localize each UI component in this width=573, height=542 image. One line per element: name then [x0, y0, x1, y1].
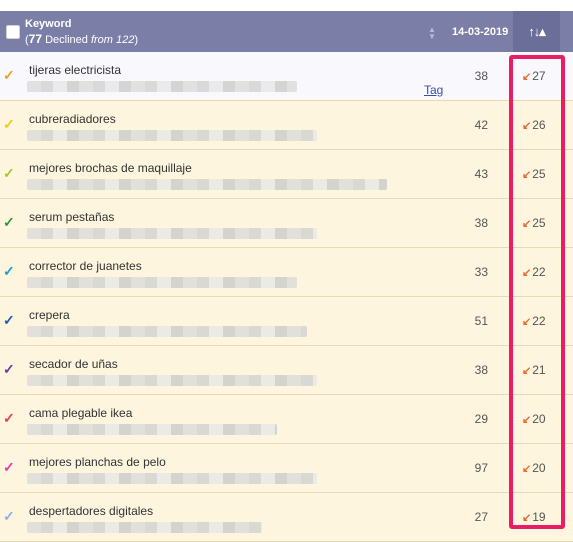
decline-arrow-icon: ↙ — [522, 365, 532, 377]
select-all-checkbox[interactable] — [6, 25, 20, 39]
declined-summary: (77 Declined from 122) — [25, 32, 138, 47]
keyword-text[interactable]: serum pestañas — [29, 210, 114, 224]
check-icon[interactable]: ✓ — [3, 264, 19, 278]
change-number: 19 — [532, 510, 546, 524]
blurred-url — [27, 277, 297, 288]
decline-arrow-icon: ↙ — [522, 267, 532, 279]
position-value: 51 — [474, 314, 488, 328]
table-row[interactable]: ✓ crepera 51 ↙22 — [0, 297, 573, 346]
position-value: 43 — [474, 167, 488, 181]
position-value: 97 — [474, 461, 488, 475]
blurred-url — [27, 522, 262, 533]
decline-arrow-icon: ↙ — [522, 169, 532, 181]
check-icon[interactable]: ✓ — [3, 509, 19, 523]
table-row[interactable]: ✓ serum pestañas 38 ↙25 — [0, 199, 573, 248]
table-row[interactable]: ✓ cama plegable ikea 29 ↙20 — [0, 395, 573, 444]
blurred-url — [27, 375, 317, 386]
decline-arrow-icon: ↙ — [522, 463, 532, 475]
change-column-header[interactable]: ↑↓▴ — [513, 11, 560, 52]
position-value: 38 — [474, 69, 488, 83]
position-value: 38 — [474, 363, 488, 377]
keyword-text[interactable]: tijeras electricista — [29, 63, 121, 77]
keyword-table: Keyword (77 Declined from 122) ▲ ▼ 14-03-… — [0, 11, 573, 542]
check-icon[interactable]: ✓ — [3, 362, 19, 376]
table-row[interactable]: ✓ mejores planchas de pelo 97 ↙20 — [0, 444, 573, 493]
decline-arrow-icon: ↙ — [522, 414, 532, 426]
keyword-text[interactable]: secador de uñas — [29, 357, 118, 371]
keyword-text[interactable]: crepera — [29, 308, 70, 322]
declined-count: 77 — [28, 32, 43, 46]
change-value: ↙26 — [522, 118, 546, 132]
check-icon[interactable]: ✓ — [3, 68, 19, 82]
position-value: 27 — [474, 510, 488, 524]
table-row[interactable]: ✓ tijeras electricista Tag 38 ↙27 — [0, 52, 573, 101]
blurred-url — [27, 473, 317, 484]
change-number: 21 — [532, 363, 546, 377]
change-number: 25 — [532, 216, 546, 230]
check-icon[interactable]: ✓ — [3, 411, 19, 425]
tag-link[interactable]: Tag — [424, 83, 443, 97]
blurred-url — [27, 424, 277, 435]
decline-arrow-icon: ↙ — [522, 218, 532, 230]
change-value: ↙20 — [522, 412, 546, 426]
position-value: 29 — [474, 412, 488, 426]
keyword-text[interactable]: corrector de juanetes — [29, 259, 142, 273]
decline-arrow-icon: ↙ — [522, 316, 532, 328]
declined-close: ) — [134, 34, 139, 46]
declined-total: from 122 — [90, 34, 135, 46]
change-value: ↙27 — [522, 69, 546, 83]
change-value: ↙22 — [522, 265, 546, 279]
check-icon[interactable]: ✓ — [3, 460, 19, 474]
table-row[interactable]: ✓ corrector de juanetes 33 ↙22 — [0, 248, 573, 297]
position-value: 33 — [474, 265, 488, 279]
change-number: 26 — [532, 118, 546, 132]
change-number: 25 — [532, 167, 546, 181]
table-header: Keyword (77 Declined from 122) ▲ ▼ 14-03-… — [0, 11, 573, 52]
table-row[interactable]: ✓ mejores brochas de maquillaje 43 ↙25 — [0, 150, 573, 199]
keyword-column-header[interactable]: Keyword — [25, 17, 71, 31]
decline-arrow-icon: ↙ — [522, 71, 532, 83]
change-number: 20 — [532, 412, 546, 426]
table-row[interactable]: ✓ cubreradiadores 42 ↙26 — [0, 101, 573, 150]
declined-word: Declined — [42, 34, 91, 46]
blurred-url — [27, 130, 317, 141]
change-value: ↙22 — [522, 314, 546, 328]
table-body: ✓ tijeras electricista Tag 38 ↙27 ✓ cubreradia… — [0, 52, 573, 542]
change-number: 20 — [532, 461, 546, 475]
decline-arrow-icon: ↙ — [522, 120, 532, 132]
keyword-text[interactable]: cama plegable ikea — [29, 406, 132, 420]
position-value: 38 — [474, 216, 488, 230]
date-column-header[interactable]: 14-03-2019 — [452, 26, 508, 38]
keyword-text[interactable]: mejores planchas de pelo — [29, 455, 166, 469]
blurred-url — [27, 81, 297, 92]
position-value: 42 — [474, 118, 488, 132]
keyword-text[interactable]: mejores brochas de maquillaje — [29, 161, 192, 175]
sort-change-icon: ↑↓▴ — [528, 23, 546, 39]
change-value: ↙25 — [522, 216, 546, 230]
blurred-url — [27, 326, 307, 337]
check-icon[interactable]: ✓ — [3, 166, 19, 180]
decline-arrow-icon: ↙ — [522, 512, 532, 524]
change-value: ↙20 — [522, 461, 546, 475]
keyword-text[interactable]: despertadores digitales — [29, 504, 153, 518]
change-number: 22 — [532, 314, 546, 328]
change-number: 22 — [532, 265, 546, 279]
change-value: ↙21 — [522, 363, 546, 377]
change-number: 27 — [532, 69, 546, 83]
keyword-text[interactable]: cubreradiadores — [29, 112, 116, 126]
table-row[interactable]: ✓ despertadores digitales 27 ↙19 — [0, 493, 573, 542]
sort-icon[interactable]: ▲ ▼ — [428, 26, 436, 41]
blurred-url — [27, 179, 387, 190]
change-value: ↙19 — [522, 510, 546, 524]
check-icon[interactable]: ✓ — [3, 313, 19, 327]
table-row[interactable]: ✓ secador de uñas 38 ↙21 — [0, 346, 573, 395]
change-value: ↙25 — [522, 167, 546, 181]
blurred-url — [27, 228, 317, 239]
check-icon[interactable]: ✓ — [3, 117, 19, 131]
check-icon[interactable]: ✓ — [3, 215, 19, 229]
